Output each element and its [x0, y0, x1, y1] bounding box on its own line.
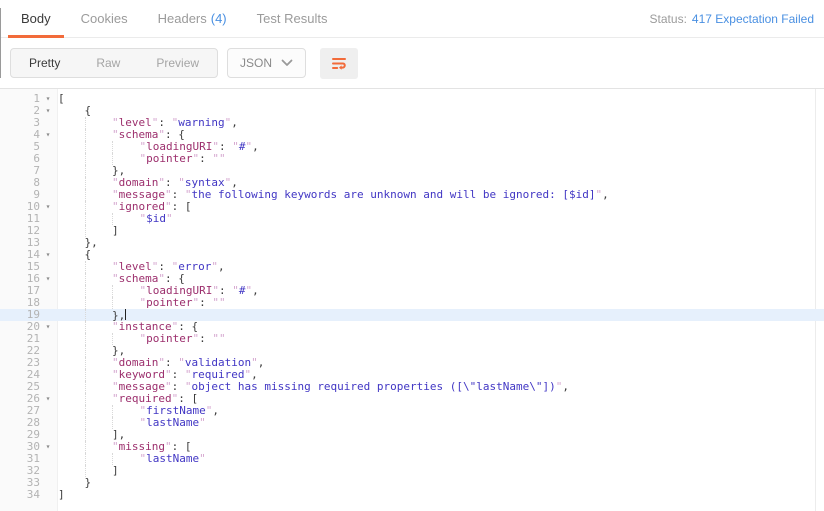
code-text: } [58, 476, 92, 489]
code-line: 11 "$id" [0, 213, 824, 225]
tab-label: Cookies [80, 11, 128, 26]
code-line: 31 "lastName" [0, 453, 824, 465]
line-gutter: 4 ▾ [0, 129, 58, 141]
view-pretty[interactable]: Pretty [11, 49, 78, 77]
code-text: "pointer": "" [58, 153, 824, 165]
line-gutter: 2 ▾ [0, 105, 58, 117]
tab-label: Test Results [256, 11, 328, 26]
status-value[interactable]: 417 Expectation Failed [692, 12, 814, 26]
wrap-lines-button[interactable] [320, 47, 359, 79]
line-gutter: 6 [0, 153, 58, 165]
line-gutter: 34 [0, 489, 58, 501]
tab-label: Headers [157, 11, 207, 26]
line-gutter: 7 [0, 165, 58, 177]
fold-toggle-icon[interactable]: ▾ [40, 393, 56, 405]
response-body-editor[interactable]: 1 ▾[2 ▾ {3 "level": "warning", 4 ▾ "schema":… [0, 88, 824, 511]
tab-headers[interactable]: Headers (4) [143, 0, 242, 37]
status-label: Status: [649, 11, 687, 26]
response-viewer: Body Cookies Headers (4) Test Results Status… [0, 0, 824, 511]
panel-divider [0, 8, 1, 78]
tab-cookies[interactable]: Cookies [66, 0, 143, 37]
response-tab-bar: Body Cookies Headers (4) Test Results Status… [0, 0, 824, 38]
code-text: ] [84, 224, 119, 237]
line-gutter: 5 [0, 141, 58, 153]
tab-test-results[interactable]: Test Results [242, 0, 343, 37]
code-line: 13 }, [0, 237, 824, 249]
tab-body[interactable]: Body [6, 0, 66, 38]
line-number: 34 [26, 488, 40, 501]
line-gutter: 8 [0, 177, 58, 189]
tab-label: Body [21, 11, 51, 26]
code-text: "lastName" [58, 417, 824, 429]
code-text: "lastName" [58, 453, 824, 465]
fold-toggle-icon[interactable]: ▾ [40, 321, 56, 333]
view-raw[interactable]: Raw [78, 49, 138, 77]
code-text: "pointer": "" [58, 333, 824, 345]
view-switcher: Pretty Raw Preview [10, 48, 219, 78]
code-line: 12 ] [0, 225, 824, 237]
text-cursor [125, 309, 127, 320]
code-text: "$id" [58, 213, 824, 225]
response-tabs: Body Cookies Headers (4) Test Results [0, 0, 343, 38]
code-line: 34] [0, 489, 824, 501]
code-text: [ [58, 92, 65, 105]
json-code: 1 ▾[2 ▾ {3 "level": "warning", 4 ▾ "schema":… [0, 89, 824, 501]
code-text: ] [84, 464, 119, 477]
response-toolbar: Pretty Raw Preview JSON [0, 38, 824, 88]
fold-toggle-icon[interactable]: ▾ [40, 93, 56, 105]
fold-toggle-icon[interactable]: ▾ [40, 201, 56, 213]
view-preview[interactable]: Preview [138, 49, 217, 77]
code-text: "pointer": "" [58, 297, 824, 309]
fold-toggle-icon[interactable]: ▾ [40, 105, 56, 117]
code-line: 32 ] [0, 465, 824, 477]
line-gutter: 3 [0, 117, 58, 129]
wrap-lines-icon [330, 54, 348, 72]
code-line: 18 "pointer": "" [0, 297, 824, 309]
code-text: ] [58, 488, 65, 501]
code-line: 33 } [0, 477, 824, 489]
line-gutter: 1 ▾ [0, 93, 58, 105]
format-dropdown-label: JSON [240, 56, 273, 70]
fold-toggle-icon[interactable]: ▾ [40, 273, 56, 285]
response-status: Status: 417 Expectation Failed [650, 12, 824, 26]
code-text: }, [58, 236, 98, 249]
chevron-down-icon [281, 59, 293, 67]
fold-toggle-icon[interactable]: ▾ [40, 249, 56, 261]
code-text: "ignored": [ [58, 201, 824, 213]
tab-count-badge: (4) [210, 11, 227, 26]
fold-toggle-icon[interactable]: ▾ [40, 129, 56, 141]
format-dropdown[interactable]: JSON [227, 48, 307, 78]
fold-toggle-icon[interactable]: ▾ [40, 441, 56, 453]
code-line: 1 ▾[ [0, 93, 824, 105]
